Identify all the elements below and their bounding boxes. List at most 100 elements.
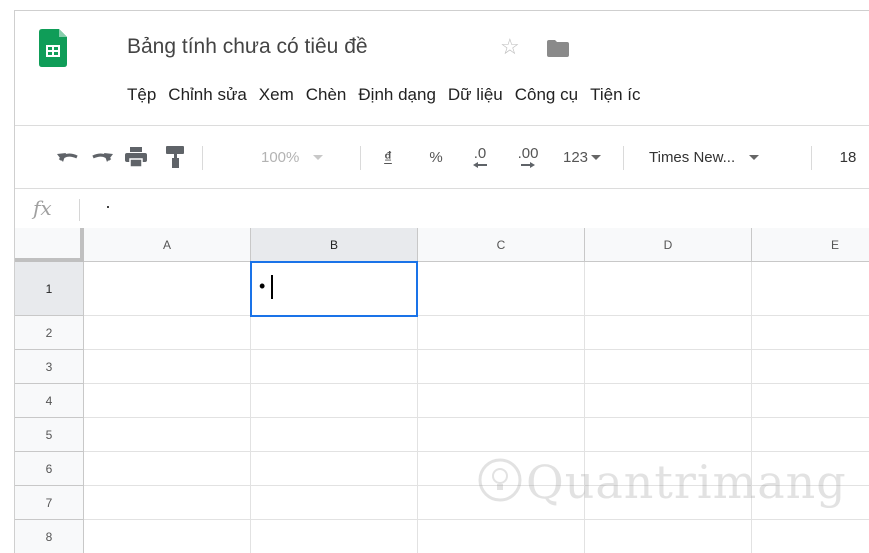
cell-e6[interactable] bbox=[752, 452, 869, 486]
row-header-7[interactable]: 7 bbox=[15, 486, 84, 520]
text-cursor bbox=[271, 275, 273, 299]
paint-format-icon[interactable] bbox=[160, 126, 190, 188]
row-header-5[interactable]: 5 bbox=[15, 418, 84, 452]
cell-a6[interactable] bbox=[84, 452, 251, 486]
cell-e1[interactable] bbox=[752, 262, 869, 316]
cell-c2[interactable] bbox=[418, 316, 585, 350]
column-header-c[interactable]: C bbox=[418, 228, 585, 262]
cell-d6[interactable] bbox=[585, 452, 752, 486]
row-header-8[interactable]: 8 bbox=[15, 520, 84, 553]
currency-button[interactable]: ₫ bbox=[377, 126, 399, 188]
row-header-6[interactable]: 6 bbox=[15, 452, 84, 486]
cell-c8[interactable] bbox=[418, 520, 585, 553]
cell-b2[interactable] bbox=[251, 316, 418, 350]
column-header-a[interactable]: A bbox=[84, 228, 251, 262]
zoom-select[interactable]: 100% bbox=[261, 126, 341, 188]
font-name: Times New... bbox=[649, 148, 736, 166]
cell-d1[interactable] bbox=[585, 262, 752, 316]
cell-c6[interactable] bbox=[418, 452, 585, 486]
cell-c5[interactable] bbox=[418, 418, 585, 452]
menu-bar: Tệp Chỉnh sửa Xem Chèn Định dạng Dữ liệu… bbox=[127, 85, 652, 105]
menu-file[interactable]: Tệp bbox=[127, 85, 167, 105]
increase-decimal-label: .00 bbox=[517, 145, 539, 162]
fx-icon: fx bbox=[33, 196, 52, 220]
row-header-3[interactable]: 3 bbox=[15, 350, 84, 384]
cell-d7[interactable] bbox=[585, 486, 752, 520]
more-formats-button[interactable]: 123 bbox=[555, 126, 609, 188]
cell-d4[interactable] bbox=[585, 384, 752, 418]
toolbar-divider bbox=[360, 146, 361, 170]
cell-b4[interactable] bbox=[251, 384, 418, 418]
print-icon[interactable] bbox=[121, 126, 151, 188]
row-header-2[interactable]: 2 bbox=[15, 316, 84, 350]
toolbar-divider bbox=[202, 146, 203, 170]
cell-b7[interactable] bbox=[251, 486, 418, 520]
menu-format[interactable]: Định dạng bbox=[358, 85, 447, 105]
arrow-left-icon bbox=[473, 162, 487, 168]
cell-e8[interactable] bbox=[752, 520, 869, 553]
menu-addons[interactable]: Tiện íc bbox=[590, 85, 651, 105]
chevron-down-icon bbox=[313, 154, 324, 160]
cell-e4[interactable] bbox=[752, 384, 869, 418]
cell-b6[interactable] bbox=[251, 452, 418, 486]
toolbar-divider bbox=[811, 146, 812, 170]
column-header-d[interactable]: D bbox=[585, 228, 752, 262]
cell-d5[interactable] bbox=[585, 418, 752, 452]
chevron-down-icon bbox=[749, 154, 760, 160]
row-header-1[interactable]: 1 bbox=[15, 262, 84, 316]
column-header-e[interactable]: E bbox=[752, 228, 869, 262]
sheets-window: Bảng tính chưa có tiêu đề ☆ Tệp Chỉnh sử… bbox=[14, 10, 869, 553]
percent-button[interactable]: % bbox=[425, 126, 447, 188]
menu-tools[interactable]: Công cụ bbox=[515, 85, 589, 105]
row-header-4[interactable]: 4 bbox=[15, 384, 84, 418]
increase-decimal-button[interactable]: .00 bbox=[508, 126, 548, 188]
cell-c4[interactable] bbox=[418, 384, 585, 418]
more-formats-label: 123 bbox=[562, 148, 589, 166]
star-icon[interactable]: ☆ bbox=[500, 34, 520, 60]
zoom-value: 100% bbox=[261, 148, 300, 166]
cell-e7[interactable] bbox=[752, 486, 869, 520]
menu-data[interactable]: Dữ liệu bbox=[448, 85, 514, 105]
cell-a5[interactable] bbox=[84, 418, 251, 452]
undo-icon[interactable] bbox=[53, 126, 83, 188]
column-header-b[interactable]: B bbox=[251, 228, 418, 262]
toolbar: 100% ₫ % .0 .00 123 Times New... 18 bbox=[15, 126, 869, 188]
cell-b3[interactable] bbox=[251, 350, 418, 384]
sheets-logo-icon[interactable] bbox=[39, 29, 67, 67]
toolbar-divider bbox=[623, 146, 624, 170]
select-all-corner[interactable] bbox=[15, 228, 84, 262]
cell-a8[interactable] bbox=[84, 520, 251, 553]
cell-e2[interactable] bbox=[752, 316, 869, 350]
cell-value: • bbox=[259, 276, 266, 296]
cell-a1[interactable] bbox=[84, 262, 251, 316]
cell-b8[interactable] bbox=[251, 520, 418, 553]
cell-a2[interactable] bbox=[84, 316, 251, 350]
font-select[interactable]: Times New... bbox=[649, 126, 809, 188]
formula-input[interactable]: · bbox=[105, 196, 111, 217]
cell-c3[interactable] bbox=[418, 350, 585, 384]
cell-a4[interactable] bbox=[84, 384, 251, 418]
folder-icon[interactable] bbox=[547, 40, 569, 57]
document-title[interactable]: Bảng tính chưa có tiêu đề bbox=[127, 35, 368, 59]
menu-view[interactable]: Xem bbox=[259, 85, 305, 105]
decrease-decimal-button[interactable]: .0 bbox=[463, 126, 497, 188]
chevron-down-icon bbox=[591, 154, 602, 160]
cell-c7[interactable] bbox=[418, 486, 585, 520]
cell-e5[interactable] bbox=[752, 418, 869, 452]
menu-insert[interactable]: Chèn bbox=[306, 85, 358, 105]
menu-edit[interactable]: Chỉnh sửa bbox=[168, 85, 257, 105]
cell-d3[interactable] bbox=[585, 350, 752, 384]
active-cell-b1[interactable]: • bbox=[250, 261, 418, 317]
cell-b5[interactable] bbox=[251, 418, 418, 452]
formula-bar: fx · bbox=[15, 188, 869, 230]
cell-a7[interactable] bbox=[84, 486, 251, 520]
decrease-decimal-label: .0 bbox=[473, 145, 487, 162]
cell-e3[interactable] bbox=[752, 350, 869, 384]
arrow-right-icon bbox=[521, 162, 535, 168]
cell-d2[interactable] bbox=[585, 316, 752, 350]
cell-a3[interactable] bbox=[84, 350, 251, 384]
cell-c1[interactable] bbox=[418, 262, 585, 316]
cell-d8[interactable] bbox=[585, 520, 752, 553]
redo-icon[interactable] bbox=[87, 126, 117, 188]
font-size-select[interactable]: 18 bbox=[833, 126, 863, 188]
